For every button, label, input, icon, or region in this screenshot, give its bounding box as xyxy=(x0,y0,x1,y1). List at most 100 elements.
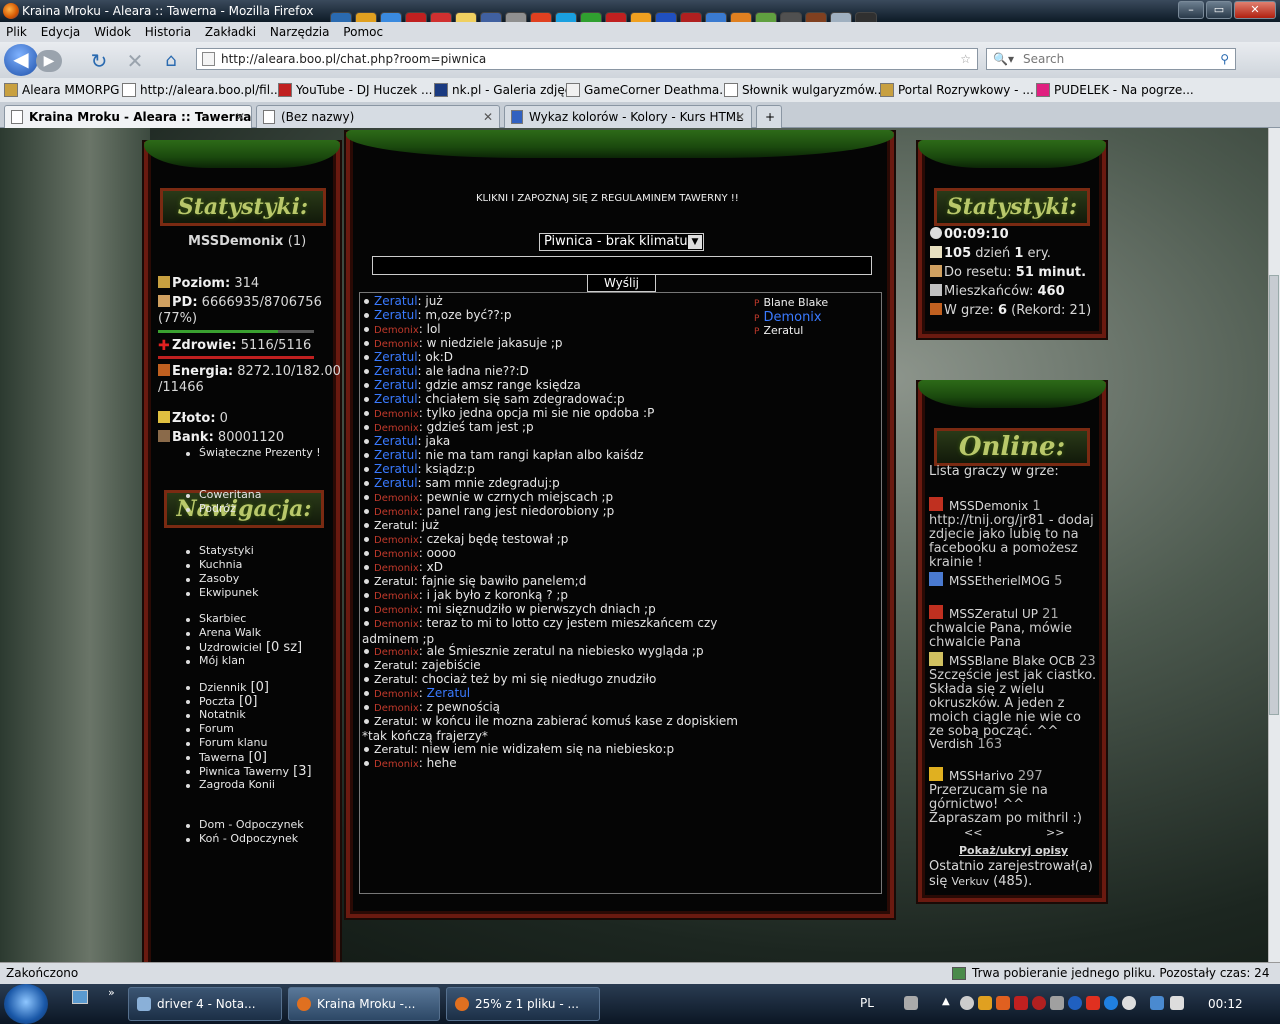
volume-icon[interactable] xyxy=(1170,996,1184,1010)
user-name[interactable]: Zeratul xyxy=(763,324,803,337)
nav-item[interactable]: Dom - Odpoczynek xyxy=(199,818,304,831)
message-author[interactable]: Zeratul xyxy=(374,364,418,378)
nav-item[interactable]: Podróż xyxy=(199,502,236,515)
message-author[interactable]: Demonix xyxy=(374,563,419,574)
nav-item[interactable]: Arena Walk xyxy=(199,626,261,639)
bookmark-item[interactable]: Słownik wulgaryzmów... xyxy=(724,78,885,102)
nav-item[interactable]: Świąteczne Prezenty ! xyxy=(199,446,321,459)
chevron-down-icon[interactable]: ▼ xyxy=(688,235,702,249)
message-author[interactable]: Zeratul xyxy=(374,659,414,672)
nav-item[interactable]: Statystyki xyxy=(199,544,254,557)
close-tab-icon[interactable]: ✕ xyxy=(235,106,245,128)
message-author[interactable]: Demonix xyxy=(374,703,419,714)
tray-icon[interactable] xyxy=(1086,996,1100,1010)
tab-bez-nazwy[interactable]: (Bez nazwy) ✕ xyxy=(256,105,500,128)
scrollbar-thumb[interactable] xyxy=(1269,275,1279,715)
rules-link[interactable]: KLIKNI I ZAPOZNAJ SIĘ Z REGULAMINEM TAWE… xyxy=(476,193,739,204)
menu-edycja[interactable]: Edycja xyxy=(41,25,81,39)
message-author[interactable]: Demonix xyxy=(374,339,419,350)
tray-expand-icon[interactable]: ▲ xyxy=(942,996,950,1007)
tray-icon[interactable] xyxy=(1122,996,1136,1010)
online-player-name[interactable]: MSSZeratul UP xyxy=(949,607,1038,621)
nav-item[interactable]: Koń - Odpoczynek xyxy=(199,832,298,845)
new-tab-button[interactable]: + xyxy=(756,105,782,128)
message-author[interactable]: Zeratul xyxy=(374,448,418,462)
search-go-icon[interactable]: ⚲ xyxy=(1220,49,1229,69)
menu-plik[interactable]: Plik xyxy=(6,25,27,39)
message-mention[interactable]: Zeratul xyxy=(427,686,471,700)
nav-item[interactable]: Poczta [0] xyxy=(199,694,257,709)
bookmark-item[interactable]: nk.pl - Galeria zdjęć xyxy=(434,78,571,102)
nav-item[interactable]: Dziennik [0] xyxy=(199,680,269,695)
minimize-button[interactable]: – xyxy=(1178,1,1204,19)
tray-icon[interactable] xyxy=(1050,996,1064,1010)
message-author[interactable]: Zeratul xyxy=(374,673,414,686)
chat-user[interactable]: P Zeratul xyxy=(754,324,803,337)
message-author[interactable]: Zeratul xyxy=(374,350,418,364)
tab-kolory[interactable]: Wykaz kolorów - Kolory - Kurs HTML ✕ xyxy=(504,105,752,128)
download-icon[interactable] xyxy=(952,967,966,980)
close-tab-icon[interactable]: ✕ xyxy=(735,106,745,128)
tray-icon[interactable] xyxy=(978,996,992,1010)
online-player-name[interactable]: MSSDemonix xyxy=(949,499,1028,513)
shield-icon[interactable] xyxy=(1014,996,1028,1010)
online-player-name[interactable]: Verdish xyxy=(929,737,973,751)
menu-widok[interactable]: Widok xyxy=(94,25,131,39)
message-author[interactable]: Demonix xyxy=(374,409,419,420)
message-author[interactable]: Zeratul xyxy=(374,294,418,308)
message-author[interactable]: Zeratul xyxy=(374,715,414,728)
star-icon[interactable]: ☆ xyxy=(960,49,971,69)
user-name[interactable]: Blane Blake xyxy=(763,296,828,309)
message-author[interactable]: Demonix xyxy=(374,689,419,700)
message-author[interactable]: Zeratul xyxy=(374,434,418,448)
nav-item[interactable]: Coweritana xyxy=(199,488,262,501)
next-page-link[interactable]: >> xyxy=(1046,826,1064,839)
message-author[interactable]: Demonix xyxy=(374,423,419,434)
close-window-button[interactable]: ✕ xyxy=(1234,1,1276,19)
nav-item[interactable]: Tawerna [0] xyxy=(199,750,267,765)
show-desktop-icon[interactable] xyxy=(72,990,88,1004)
message-author[interactable]: Demonix xyxy=(374,759,419,770)
nav-item[interactable]: Zagroda Konii xyxy=(199,778,275,791)
forward-button[interactable]: ▶ xyxy=(36,50,62,72)
prev-page-link[interactable]: << xyxy=(964,826,982,839)
menu-narzedzia[interactable]: Narzędzia xyxy=(270,25,330,39)
tray-icon[interactable] xyxy=(996,996,1010,1010)
start-button[interactable] xyxy=(4,984,48,1024)
message-author[interactable]: Demonix xyxy=(374,549,419,560)
chevron-icon[interactable]: » xyxy=(108,986,115,999)
message-author[interactable]: Demonix xyxy=(374,605,419,616)
nav-item[interactable]: Mój klan xyxy=(199,654,245,667)
home-icon[interactable]: ⌂ xyxy=(160,50,182,72)
bookmark-item[interactable]: GameCorner Deathma... xyxy=(566,78,731,102)
search-engine-icon[interactable]: 🔍▾ xyxy=(993,49,1014,69)
nav-item[interactable]: Forum klanu xyxy=(199,736,267,749)
close-tab-icon[interactable]: ✕ xyxy=(483,106,493,128)
bookmark-item[interactable]: Portal Rozrywkowy - ... xyxy=(880,78,1034,102)
url-bar[interactable]: http://aleara.boo.pl/chat.php?room=piwni… xyxy=(196,48,978,70)
tab-tawerna[interactable]: Kraina Mroku - Aleara :: Tawerna ✕ xyxy=(4,105,252,128)
tray-icon[interactable] xyxy=(1104,996,1118,1010)
message-author[interactable]: Demonix xyxy=(374,507,419,518)
bookmark-item[interactable]: Aleara MMORPG xyxy=(4,78,119,102)
keyboard-icon[interactable] xyxy=(904,996,918,1010)
message-author[interactable]: Zeratul xyxy=(374,392,418,406)
language-indicator[interactable]: PL xyxy=(860,996,874,1010)
user-name[interactable]: Demonix xyxy=(763,310,821,325)
nav-item[interactable]: Kuchnia xyxy=(199,558,242,571)
nav-item[interactable]: Ekwipunek xyxy=(199,586,258,599)
message-author[interactable]: Zeratul xyxy=(374,476,418,490)
message-author[interactable]: Demonix xyxy=(374,647,419,658)
maximize-button[interactable]: ▭ xyxy=(1206,1,1232,19)
message-author[interactable]: Zeratul xyxy=(374,519,414,532)
message-author[interactable]: Demonix xyxy=(374,493,419,504)
nav-item[interactable]: Zasoby xyxy=(199,572,239,585)
send-button[interactable]: Wyślij xyxy=(587,274,656,292)
menu-zakladki[interactable]: Zakładki xyxy=(205,25,256,39)
tray-icon[interactable] xyxy=(960,996,974,1010)
stop-icon[interactable]: ✕ xyxy=(124,50,146,72)
task-download[interactable]: 25% z 1 pliku - ... xyxy=(446,987,600,1021)
message-author[interactable]: Demonix xyxy=(374,535,419,546)
nav-item[interactable]: Uzdrowiciel [0 sz] xyxy=(199,640,302,655)
search-input[interactable]: 🔍▾ Search ⚲ xyxy=(986,48,1236,70)
